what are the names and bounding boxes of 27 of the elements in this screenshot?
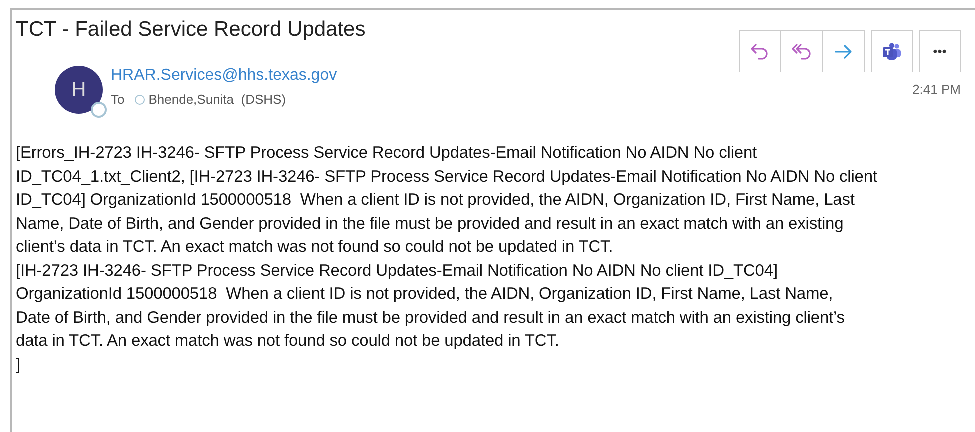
reply-button[interactable] <box>739 30 781 72</box>
presence-status-icon <box>91 102 107 118</box>
avatar-initial: H <box>72 78 86 103</box>
reply-all-button[interactable] <box>781 30 823 72</box>
message-text-line: data in TCT. An exact match was not found so could not be updated in TCT. <box>16 331 560 352</box>
to-label: To <box>111 91 125 109</box>
teams-logo-icon <box>882 42 902 60</box>
message-text-line: OrganizationId 1500000518 When a client ID is not provided, the AIDN, Organization ID, First Name, Last Name, <box>16 284 834 305</box>
message-text-line: ] <box>16 354 22 376</box>
email-subject: TCT - Failed Service Record Updates <box>16 17 367 43</box>
message-text-line: Date of Birth, and Gender provided in the file must be provided and result in an exact match with an existing client’s <box>16 308 846 328</box>
forward-button[interactable] <box>823 30 865 72</box>
forward-arrow-icon <box>834 44 854 60</box>
message-text-line: client’s data in TCT. An exact match was not found so could not be updated in TCT. <box>16 237 614 258</box>
reply-all-arrow-icon <box>790 42 812 60</box>
teams-button[interactable] <box>871 30 913 72</box>
recipient-name[interactable]: Bhende,Sunita (DSHS) <box>148 90 286 110</box>
reply-arrow-icon <box>750 42 770 60</box>
message-text-line: ID_TC04] OrganizationId 1500000518 When a client ID is not provided, the AIDN, Organization ID, First Name, Last <box>16 190 856 211</box>
message-text-line: ID_TC04_1.txt_Client2, [IH-2723 IH-3246- SFTP Process Service Record Updates-Email Notification No AIDN No client <box>16 166 878 188</box>
recipient-presence-icon <box>134 94 145 105</box>
message-text-line: [IH-2723 IH-3246- SFTP Process Service Record Updates-Email Notification No AIDN No client ID_TC04] <box>16 260 779 282</box>
more-button[interactable]: ••• <box>919 30 961 72</box>
message-text-line: Name, Date of Birth, and Gender provided in the file must be provided and result in an exact match with an existing <box>16 214 845 234</box>
sender-email[interactable]: HRAR.Services@hhs.texas.gov <box>111 66 338 86</box>
message-text-line: [Errors_IH-2723 IH-3246- SFTP Process Service Record Updates-Email Notification No AIDN No client <box>16 143 758 164</box>
received-time: 2:41 PM <box>912 81 961 99</box>
